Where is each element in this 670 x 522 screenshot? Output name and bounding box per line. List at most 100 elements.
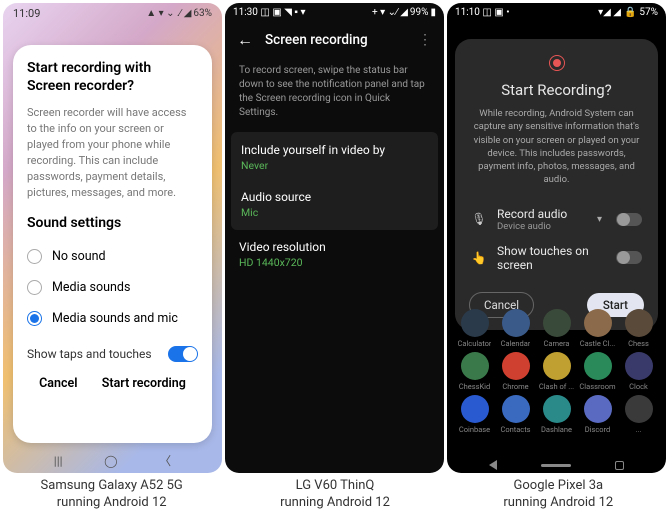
radio-label: No sound bbox=[52, 249, 106, 264]
show-touches-row[interactable]: 👆 Show touches on screen bbox=[469, 238, 644, 278]
app-icon bbox=[543, 395, 571, 423]
app-label: Coinbase bbox=[459, 425, 490, 434]
app-coinbase[interactable]: Coinbase bbox=[455, 395, 494, 434]
back-button[interactable]: 〈 bbox=[159, 452, 171, 469]
setting-value: Mic bbox=[241, 206, 428, 219]
app-label: ... bbox=[636, 425, 642, 434]
app-chesskid[interactable]: ChessKid bbox=[455, 352, 494, 391]
radio-label: Media sounds and mic bbox=[52, 311, 178, 326]
back-button[interactable] bbox=[489, 460, 497, 470]
dialog-title: Start recording with Screen recorder? bbox=[27, 59, 198, 95]
back-icon[interactable]: ← bbox=[237, 30, 253, 50]
app-classroom[interactable]: Classroom bbox=[578, 352, 617, 391]
caption-pixel: Google Pixel 3arunning Android 12 bbox=[447, 478, 670, 512]
setting-value: HD 1440x720 bbox=[239, 256, 430, 269]
record-audio-row[interactable]: 🎙 Record audio Device audio ▾ bbox=[469, 201, 644, 238]
app-label: Discord bbox=[585, 425, 611, 434]
row-label: Record audio bbox=[497, 207, 587, 221]
app-icon bbox=[502, 352, 530, 380]
show-taps-row: Show taps and touches bbox=[27, 334, 198, 370]
app-[interactable]: ... bbox=[619, 395, 658, 434]
radio-no-sound[interactable]: No sound bbox=[27, 241, 198, 272]
status-right: ▾◢ ◢ 🔒57% bbox=[598, 7, 658, 18]
radio-media-sounds[interactable]: Media sounds bbox=[27, 272, 198, 303]
start-recording-button[interactable]: Start recording bbox=[102, 376, 186, 391]
app-calendar[interactable]: Calendar bbox=[496, 309, 535, 348]
app-icon bbox=[625, 309, 653, 337]
row-label: Show touches on screen bbox=[497, 244, 606, 272]
app-icon bbox=[543, 352, 571, 380]
app-drawer: CalculatorCalendarCameraCastle Cl...Ches… bbox=[447, 303, 666, 473]
radio-icon bbox=[27, 249, 42, 264]
app-clashof[interactable]: Clash of ... bbox=[537, 352, 576, 391]
app-camera[interactable]: Camera bbox=[537, 309, 576, 348]
recents-button[interactable]: ||| bbox=[54, 454, 63, 468]
app-label: Classroom bbox=[579, 382, 615, 391]
app-label: Clock bbox=[629, 382, 648, 391]
app-icon bbox=[584, 309, 612, 337]
samsung-phone: 11:09 ▲ ▾ ⌄ .∕ ◢ 63% Start recording wit… bbox=[3, 3, 222, 473]
dialog-title: Start Recording? bbox=[469, 81, 644, 99]
app-icon bbox=[461, 395, 489, 423]
show-touches-toggle[interactable] bbox=[616, 251, 642, 264]
home-button[interactable]: ◯ bbox=[104, 454, 117, 468]
toggle-label: Show taps and touches bbox=[27, 347, 152, 361]
mic-icon: 🎙 bbox=[471, 212, 487, 226]
audio-source-setting[interactable]: Audio source Mic bbox=[231, 181, 438, 228]
setting-label: Audio source bbox=[241, 190, 428, 204]
dropdown-icon[interactable]: ▾ bbox=[597, 214, 602, 225]
record-audio-toggle[interactable] bbox=[616, 213, 642, 226]
settings-header: ← Screen recording ⋮ bbox=[225, 20, 444, 60]
app-label: Calculator bbox=[458, 339, 492, 348]
app-chess[interactable]: Chess bbox=[619, 309, 658, 348]
row-text: Show touches on screen bbox=[497, 244, 606, 272]
status-bar: 11:30 ◫ ▣ ◥ ▪ ▾ + ▾ ⌄∕ ◢ 99%▮ bbox=[225, 3, 444, 20]
dialog-body: Screen recorder will have access to the … bbox=[27, 105, 198, 201]
app-icon bbox=[502, 395, 530, 423]
status-bar: 11:09 ▲ ▾ ⌄ .∕ ◢ 63% bbox=[3, 3, 222, 22]
app-label: Calendar bbox=[501, 339, 531, 348]
app-label: Castle Cl... bbox=[580, 339, 616, 348]
status-time: 11:09 bbox=[13, 7, 40, 20]
app-icon bbox=[625, 395, 653, 423]
caption-lg: LG V60 ThinQrunning Android 12 bbox=[223, 478, 446, 512]
dialog-buttons: Cancel Start recording bbox=[27, 370, 198, 391]
sound-settings-heading: Sound settings bbox=[27, 215, 198, 231]
recorder-dialog: Start recording with Screen recorder? Sc… bbox=[13, 45, 212, 443]
app-chrome[interactable]: Chrome bbox=[496, 352, 535, 391]
app-discord[interactable]: Discord bbox=[578, 395, 617, 434]
app-dashlane[interactable]: Dashlane bbox=[537, 395, 576, 434]
app-label: Contacts bbox=[500, 425, 530, 434]
app-label: Clash of ... bbox=[539, 382, 574, 391]
touch-icon: 👆 bbox=[471, 251, 487, 265]
app-contacts[interactable]: Contacts bbox=[496, 395, 535, 434]
app-label: Dashlane bbox=[541, 425, 572, 434]
record-icon bbox=[549, 55, 565, 71]
app-castlecl[interactable]: Castle Cl... bbox=[578, 309, 617, 348]
radio-media-and-mic[interactable]: Media sounds and mic bbox=[27, 303, 198, 334]
radio-icon bbox=[27, 311, 42, 326]
app-icon bbox=[625, 352, 653, 380]
app-icon bbox=[584, 395, 612, 423]
lg-phone: 11:30 ◫ ▣ ◥ ▪ ▾ + ▾ ⌄∕ ◢ 99%▮ ← Screen r… bbox=[225, 3, 444, 473]
pixel-phone: 11:10 ◫ ▣ • ▾◢ ◢ 🔒57% Start Recording? W… bbox=[447, 3, 666, 473]
settings-panel: Include yourself in video by Never Audio… bbox=[231, 132, 438, 230]
recording-dialog: Start Recording? While recording, Androi… bbox=[455, 39, 658, 330]
include-yourself-setting[interactable]: Include yourself in video by Never bbox=[231, 134, 438, 181]
cancel-button[interactable]: Cancel bbox=[39, 376, 77, 391]
recents-button[interactable] bbox=[615, 461, 624, 470]
app-icon bbox=[461, 309, 489, 337]
radio-icon bbox=[27, 280, 42, 295]
video-resolution-setting[interactable]: Video resolution HD 1440x720 bbox=[225, 230, 444, 279]
app-icon bbox=[461, 352, 489, 380]
overflow-menu-icon[interactable]: ⋮ bbox=[418, 32, 432, 48]
status-right: ▲ ▾ ⌄ .∕ ◢ 63% bbox=[146, 8, 212, 19]
app-calculator[interactable]: Calculator bbox=[455, 309, 494, 348]
settings-description: To record screen, swipe the status bar d… bbox=[225, 60, 444, 132]
show-taps-toggle[interactable] bbox=[168, 346, 198, 362]
nav-bar bbox=[447, 460, 666, 470]
setting-value: Never bbox=[241, 159, 428, 172]
home-button[interactable] bbox=[541, 464, 571, 467]
status-left: 11:30 ◫ ▣ ◥ ▪ ▾ bbox=[233, 7, 305, 18]
app-clock[interactable]: Clock bbox=[619, 352, 658, 391]
